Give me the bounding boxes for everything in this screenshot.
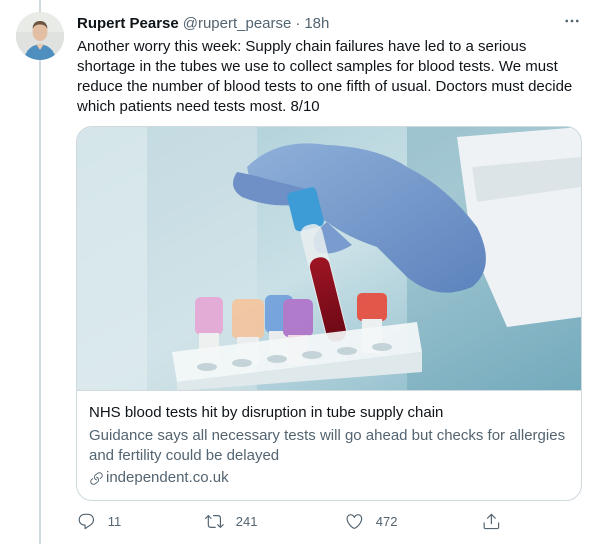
share-button[interactable] (482, 512, 501, 531)
more-icon (565, 19, 579, 23)
share-icon (483, 513, 500, 530)
reply-icon (78, 513, 95, 530)
card-body[interactable]: NHS blood tests hit by disruption in tub… (89, 403, 569, 488)
card-domain-text: independent.co.uk (106, 469, 229, 486)
retweet-button[interactable]: 241 (205, 512, 257, 531)
card-title[interactable]: NHS blood tests hit by disruption in tub… (89, 403, 569, 423)
like-count: 472 (375, 513, 398, 529)
author-name[interactable]: Rupert Pearse (77, 15, 179, 32)
card-image[interactable] (77, 127, 581, 391)
retweet-count: 241 (235, 513, 258, 529)
author-handle[interactable]: @rupert_pearse (183, 15, 292, 32)
more-options-button[interactable] (562, 11, 582, 31)
blood-test-tubes-photo-icon (77, 127, 581, 390)
retweet-icon (205, 515, 224, 528)
card-domain[interactable]: independent.co.uk (89, 468, 569, 488)
separator-dot: · (295, 14, 301, 32)
reply-count: 11 (107, 513, 122, 529)
link-preview-card[interactable]: NHS blood tests hit by disruption in tub… (76, 126, 582, 501)
tweet-actions: 11 241 472 (77, 512, 507, 534)
card-description: Guidance says all necessary tests will g… (89, 427, 566, 464)
tweet-text: Another worry this week: Supply chain fa… (77, 38, 573, 115)
tweet-timestamp[interactable]: 18h (304, 15, 329, 32)
thread-connector-line (39, 0, 41, 544)
avatar-image (16, 12, 64, 60)
reply-button[interactable]: 11 (77, 512, 121, 531)
like-button[interactable]: 472 (345, 512, 397, 531)
avatar[interactable] (16, 12, 64, 60)
link-icon (90, 471, 103, 485)
tweet-header: Rupert Pearse @rupert_pearse · 18h (77, 13, 582, 33)
heart-icon (346, 514, 363, 529)
